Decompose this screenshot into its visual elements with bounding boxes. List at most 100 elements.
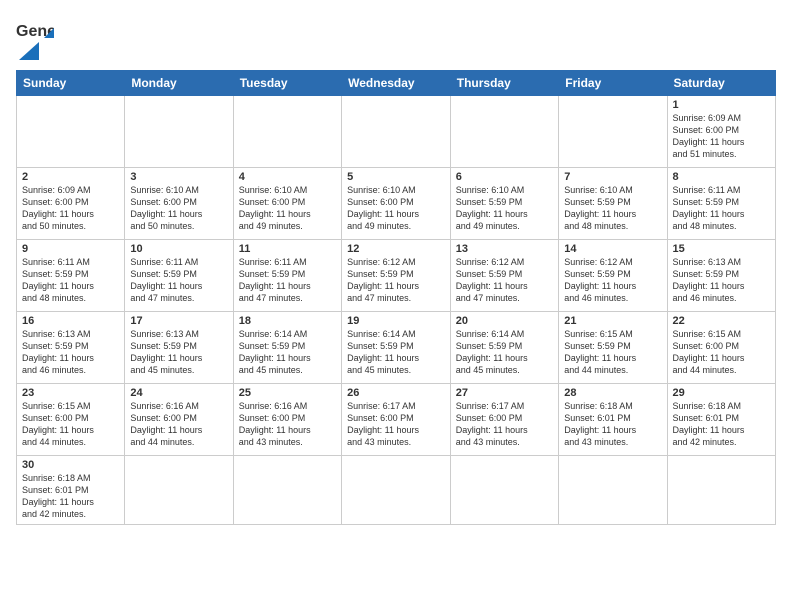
col-tuesday: Tuesday	[233, 71, 341, 96]
table-cell	[342, 96, 451, 168]
day-info: Sunrise: 6:09 AM Sunset: 6:00 PM Dayligh…	[673, 112, 771, 161]
table-cell: 3Sunrise: 6:10 AM Sunset: 6:00 PM Daylig…	[125, 168, 233, 240]
logo: General	[16, 16, 54, 60]
day-number: 5	[347, 171, 445, 183]
table-cell: 21Sunrise: 6:15 AM Sunset: 5:59 PM Dayli…	[559, 312, 667, 384]
table-cell: 23Sunrise: 6:15 AM Sunset: 6:00 PM Dayli…	[17, 384, 125, 456]
table-cell: 20Sunrise: 6:14 AM Sunset: 5:59 PM Dayli…	[450, 312, 558, 384]
table-cell	[559, 96, 667, 168]
day-number: 13	[456, 243, 553, 255]
table-cell: 9Sunrise: 6:11 AM Sunset: 5:59 PM Daylig…	[17, 240, 125, 312]
day-number: 17	[130, 315, 227, 327]
day-number: 6	[456, 171, 553, 183]
day-number: 16	[22, 315, 119, 327]
day-info: Sunrise: 6:11 AM Sunset: 5:59 PM Dayligh…	[22, 256, 119, 305]
day-number: 12	[347, 243, 445, 255]
table-cell: 13Sunrise: 6:12 AM Sunset: 5:59 PM Dayli…	[450, 240, 558, 312]
table-cell: 30Sunrise: 6:18 AM Sunset: 6:01 PM Dayli…	[17, 456, 125, 525]
col-friday: Friday	[559, 71, 667, 96]
day-number: 25	[239, 387, 336, 399]
day-info: Sunrise: 6:13 AM Sunset: 5:59 PM Dayligh…	[22, 328, 119, 377]
day-info: Sunrise: 6:10 AM Sunset: 6:00 PM Dayligh…	[239, 184, 336, 233]
calendar-table: Sunday Monday Tuesday Wednesday Thursday…	[16, 70, 776, 525]
page: General Sunday Monday Tuesday We	[0, 0, 792, 612]
table-cell: 19Sunrise: 6:14 AM Sunset: 5:59 PM Dayli…	[342, 312, 451, 384]
day-info: Sunrise: 6:10 AM Sunset: 5:59 PM Dayligh…	[564, 184, 661, 233]
table-cell	[125, 456, 233, 525]
table-cell	[450, 456, 558, 525]
day-info: Sunrise: 6:12 AM Sunset: 5:59 PM Dayligh…	[347, 256, 445, 305]
table-cell	[17, 96, 125, 168]
table-cell	[342, 456, 451, 525]
day-info: Sunrise: 6:11 AM Sunset: 5:59 PM Dayligh…	[673, 184, 771, 233]
day-info: Sunrise: 6:13 AM Sunset: 5:59 PM Dayligh…	[130, 328, 227, 377]
day-info: Sunrise: 6:16 AM Sunset: 6:00 PM Dayligh…	[239, 400, 336, 449]
col-wednesday: Wednesday	[342, 71, 451, 96]
day-number: 3	[130, 171, 227, 183]
day-number: 10	[130, 243, 227, 255]
day-number: 19	[347, 315, 445, 327]
col-saturday: Saturday	[667, 71, 776, 96]
day-info: Sunrise: 6:11 AM Sunset: 5:59 PM Dayligh…	[239, 256, 336, 305]
table-cell: 22Sunrise: 6:15 AM Sunset: 6:00 PM Dayli…	[667, 312, 776, 384]
day-number: 29	[673, 387, 771, 399]
day-number: 30	[22, 459, 119, 471]
table-cell	[233, 456, 341, 525]
day-info: Sunrise: 6:18 AM Sunset: 6:01 PM Dayligh…	[673, 400, 771, 449]
day-info: Sunrise: 6:17 AM Sunset: 6:00 PM Dayligh…	[456, 400, 553, 449]
day-info: Sunrise: 6:17 AM Sunset: 6:00 PM Dayligh…	[347, 400, 445, 449]
table-cell: 28Sunrise: 6:18 AM Sunset: 6:01 PM Dayli…	[559, 384, 667, 456]
day-info: Sunrise: 6:14 AM Sunset: 5:59 PM Dayligh…	[347, 328, 445, 377]
day-info: Sunrise: 6:12 AM Sunset: 5:59 PM Dayligh…	[564, 256, 661, 305]
day-number: 2	[22, 171, 119, 183]
table-cell: 25Sunrise: 6:16 AM Sunset: 6:00 PM Dayli…	[233, 384, 341, 456]
day-number: 7	[564, 171, 661, 183]
table-cell: 12Sunrise: 6:12 AM Sunset: 5:59 PM Dayli…	[342, 240, 451, 312]
day-info: Sunrise: 6:12 AM Sunset: 5:59 PM Dayligh…	[456, 256, 553, 305]
day-number: 14	[564, 243, 661, 255]
day-info: Sunrise: 6:15 AM Sunset: 6:00 PM Dayligh…	[22, 400, 119, 449]
day-number: 8	[673, 171, 771, 183]
table-cell: 17Sunrise: 6:13 AM Sunset: 5:59 PM Dayli…	[125, 312, 233, 384]
day-info: Sunrise: 6:16 AM Sunset: 6:00 PM Dayligh…	[130, 400, 227, 449]
day-number: 11	[239, 243, 336, 255]
table-cell	[450, 96, 558, 168]
day-number: 15	[673, 243, 771, 255]
table-cell: 14Sunrise: 6:12 AM Sunset: 5:59 PM Dayli…	[559, 240, 667, 312]
table-cell: 1Sunrise: 6:09 AM Sunset: 6:00 PM Daylig…	[667, 96, 776, 168]
day-info: Sunrise: 6:09 AM Sunset: 6:00 PM Dayligh…	[22, 184, 119, 233]
day-info: Sunrise: 6:10 AM Sunset: 5:59 PM Dayligh…	[456, 184, 553, 233]
table-cell: 18Sunrise: 6:14 AM Sunset: 5:59 PM Dayli…	[233, 312, 341, 384]
day-info: Sunrise: 6:14 AM Sunset: 5:59 PM Dayligh…	[239, 328, 336, 377]
day-info: Sunrise: 6:11 AM Sunset: 5:59 PM Dayligh…	[130, 256, 227, 305]
table-cell: 16Sunrise: 6:13 AM Sunset: 5:59 PM Dayli…	[17, 312, 125, 384]
table-cell: 26Sunrise: 6:17 AM Sunset: 6:00 PM Dayli…	[342, 384, 451, 456]
day-number: 27	[456, 387, 553, 399]
table-cell	[125, 96, 233, 168]
day-number: 1	[673, 99, 771, 111]
logo-triangle	[19, 42, 39, 60]
col-monday: Monday	[125, 71, 233, 96]
table-cell	[233, 96, 341, 168]
table-cell: 10Sunrise: 6:11 AM Sunset: 5:59 PM Dayli…	[125, 240, 233, 312]
table-cell: 7Sunrise: 6:10 AM Sunset: 5:59 PM Daylig…	[559, 168, 667, 240]
day-info: Sunrise: 6:18 AM Sunset: 6:01 PM Dayligh…	[22, 472, 119, 521]
day-number: 4	[239, 171, 336, 183]
table-cell: 27Sunrise: 6:17 AM Sunset: 6:00 PM Dayli…	[450, 384, 558, 456]
day-number: 21	[564, 315, 661, 327]
table-cell: 5Sunrise: 6:10 AM Sunset: 6:00 PM Daylig…	[342, 168, 451, 240]
table-cell	[559, 456, 667, 525]
day-number: 18	[239, 315, 336, 327]
table-cell: 15Sunrise: 6:13 AM Sunset: 5:59 PM Dayli…	[667, 240, 776, 312]
header: General	[16, 16, 776, 60]
table-cell: 11Sunrise: 6:11 AM Sunset: 5:59 PM Dayli…	[233, 240, 341, 312]
day-number: 24	[130, 387, 227, 399]
day-info: Sunrise: 6:18 AM Sunset: 6:01 PM Dayligh…	[564, 400, 661, 449]
day-info: Sunrise: 6:15 AM Sunset: 6:00 PM Dayligh…	[673, 328, 771, 377]
day-number: 23	[22, 387, 119, 399]
table-cell: 8Sunrise: 6:11 AM Sunset: 5:59 PM Daylig…	[667, 168, 776, 240]
day-number: 28	[564, 387, 661, 399]
day-info: Sunrise: 6:15 AM Sunset: 5:59 PM Dayligh…	[564, 328, 661, 377]
col-thursday: Thursday	[450, 71, 558, 96]
day-info: Sunrise: 6:10 AM Sunset: 6:00 PM Dayligh…	[130, 184, 227, 233]
